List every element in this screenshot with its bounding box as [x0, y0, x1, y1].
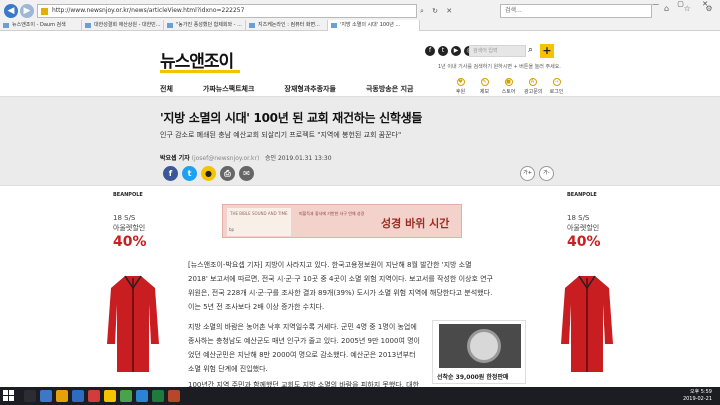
publish-date: 승인 2019.01.31 13:30: [265, 155, 332, 162]
ad-percent: 40%: [567, 234, 601, 250]
watch-face: [467, 329, 501, 363]
app-icon[interactable]: [88, 390, 100, 402]
site-logo[interactable]: 뉴스앤조이: [160, 47, 234, 72]
main-menu: 전체 가짜뉴스팩트체크 장재형과추종자들 극동방송은 지금: [160, 84, 443, 94]
app-green-icon[interactable]: [120, 390, 132, 402]
search-icon[interactable]: ⌕: [528, 45, 533, 55]
quick-login[interactable]: → 로그인: [548, 78, 565, 95]
search-icon[interactable]: [24, 390, 36, 402]
ad-brand: BEANPOLE: [567, 192, 597, 198]
facebook-icon[interactable]: f: [425, 46, 435, 56]
article-title: '지방 소멸의 시대' 100년 된 교회 재건하는 신학생들: [160, 111, 423, 125]
quick-ad[interactable]: A 광고문의: [524, 78, 542, 95]
author-name[interactable]: 박요셉 기자: [160, 155, 190, 162]
print-icon[interactable]: ⎙: [220, 166, 235, 181]
youtube-icon[interactable]: ▶: [451, 46, 461, 56]
quick-report[interactable]: ✎ 제보: [476, 78, 493, 95]
article-paragraph-1: [뉴스앤조이-박요셉 기자] 지방이 사라지고 있다. 한국고용정보원이 지난해…: [188, 261, 493, 311]
font-size-controls: 가+ 가-: [520, 166, 554, 181]
tab-3[interactable]: 지즈케논라인 : 컴퓨터 화면...: [246, 20, 328, 31]
header-sns-row: f t ▶ ◎: [425, 46, 474, 56]
window-controls[interactable]: — ▢ ✕: [652, 0, 716, 8]
author-email[interactable]: (josef@newsnjoy.or.kr): [192, 155, 260, 162]
taskbar-apps: [24, 390, 180, 402]
store-icon: ■: [504, 78, 513, 86]
forward-icon[interactable]: ▶: [20, 4, 34, 18]
watch-image: [439, 324, 521, 368]
tab-4-active[interactable]: '지방 소멸의 시대' 100년 ...: [328, 20, 420, 31]
article-share-buttons: f t ● ⎙ ✉: [163, 166, 254, 181]
pen-icon: ✎: [480, 78, 489, 86]
side-ad-left[interactable]: BEANPOLE 18 S/S 아울렛할인 40%: [103, 188, 163, 383]
tab-0[interactable]: 뉴스앤조이 - Daum 검색: [0, 20, 82, 31]
twitter-icon[interactable]: t: [438, 46, 448, 56]
ad-icon: A: [528, 78, 537, 86]
search-promo-text: 1년 이내 기사를 검색하기 원하시면 + 버튼을 눌러 주세요.: [438, 64, 561, 70]
banner-small-text: 피할득과 좋사에 기반한 사구 언체 성경: [299, 211, 365, 216]
ad-season: 18 S/S: [113, 214, 136, 222]
byline: 박요셉 기자 (josef@newsnjoy.or.kr) 승인 2019.01…: [160, 153, 332, 162]
ppt-icon[interactable]: [168, 390, 180, 402]
email-icon[interactable]: ✉: [239, 166, 254, 181]
word-icon[interactable]: [136, 390, 148, 402]
tab-1[interactable]: 대한성결회 애산상원 - 대한민...: [82, 20, 164, 31]
menu-item-fareast[interactable]: 극동방송은 지금: [366, 84, 414, 94]
address-bar[interactable]: http://www.newsnjoy.or.kr/news/articleVi…: [37, 4, 417, 18]
site-search-input[interactable]: 검색어 입력: [469, 45, 526, 57]
folder-icon[interactable]: [56, 390, 68, 402]
tab-bar: 뉴스앤조이 - Daum 검색 대한성결회 애산상원 - 대한민... "농가진…: [0, 20, 720, 31]
menu-item-all[interactable]: 전체: [160, 84, 173, 94]
taskbar: 오후 5:59 2019-02-21: [0, 387, 720, 405]
font-increase-button[interactable]: 가+: [520, 166, 535, 181]
ad-brand: BEANPOLE: [113, 192, 143, 198]
quick-links: ♥ 후원 ✎ 제보 ■ 스토어 A 광고문의 → 로그인: [452, 78, 565, 95]
article-subtitle: 인구 감소로 폐쇄된 충남 예산교회 되살리기 프로젝트 "지역에 봉헌된 교회…: [160, 131, 402, 139]
logo-underline: [160, 70, 240, 73]
facebook-share-icon[interactable]: f: [163, 166, 178, 181]
menu-item-factcheck[interactable]: 가짜뉴스팩트체크: [203, 84, 255, 94]
side-ad-right[interactable]: BEANPOLE 18 S/S 아울렛할인 40%: [557, 188, 617, 383]
address-text: http://www.newsnjoy.or.kr/news/articleVi…: [52, 7, 245, 14]
site-favicon-icon: [41, 8, 48, 15]
ad-sale: 아울렛할인: [567, 224, 600, 232]
tab-2[interactable]: "농가진 풍성했던 합제회와 - ...: [164, 20, 246, 31]
ad-percent: 40%: [113, 234, 147, 250]
system-clock[interactable]: 오후 5:59 2019-02-21: [683, 389, 712, 403]
banner-main-text: 성경 바위 시간: [381, 217, 450, 230]
inline-ad-label: 선착순 39,000원 한정판매: [437, 374, 509, 381]
site-header: 뉴스앤조이 f t ▶ ◎ 검색어 입력 ⌕ + 1년 이내 기사를 검색하기 …: [0, 31, 720, 96]
font-decrease-button[interactable]: 가-: [539, 166, 554, 181]
banner-ad[interactable]: THE BIBLE SOUND AND TIME bp 피할득과 좋사에 기반한…: [222, 204, 462, 238]
ad-sale: 아울렛할인: [113, 224, 146, 232]
inline-watch-ad[interactable]: 선착순 39,000원 한정판매: [432, 320, 526, 384]
browser-search-input[interactable]: 검색...: [500, 4, 652, 18]
login-icon: →: [552, 78, 561, 86]
quick-store[interactable]: ■ 스토어: [500, 78, 517, 95]
ad-season: 18 S/S: [567, 214, 590, 222]
windows-start-icon[interactable]: [3, 390, 15, 402]
article-header: '지방 소멸의 시대' 100년 된 교회 재건하는 신학생들 인구 감소로 폐…: [0, 96, 720, 186]
kakao-share-icon[interactable]: ●: [201, 166, 216, 181]
article-paragraph-2: 지방 소멸의 바람은 농어촌 낙후 지역일수록 거세다. 군민 4명 중 1명이…: [188, 323, 420, 373]
back-icon[interactable]: ◀: [4, 4, 18, 18]
jacket-image: [107, 275, 159, 372]
plus-button[interactable]: +: [540, 44, 554, 58]
heart-icon: ♥: [456, 78, 465, 86]
browser-chrome: ◀ ▶ http://www.newsnjoy.or.kr/news/artic…: [0, 0, 720, 31]
twitter-share-icon[interactable]: t: [182, 166, 197, 181]
address-tools[interactable]: ⌕ ↻ ✕: [420, 4, 464, 18]
quick-support[interactable]: ♥ 후원: [452, 78, 469, 95]
ie-icon[interactable]: [72, 390, 84, 402]
edge-icon[interactable]: [40, 390, 52, 402]
menu-item-jang[interactable]: 장재형과추종자들: [284, 84, 336, 94]
banner-book-cover: THE BIBLE SOUND AND TIME: [227, 208, 291, 236]
kakao-icon[interactable]: [104, 390, 116, 402]
excel-icon[interactable]: [152, 390, 164, 402]
jacket-image: [561, 275, 613, 372]
banner-brand-label: bp: [229, 227, 235, 232]
